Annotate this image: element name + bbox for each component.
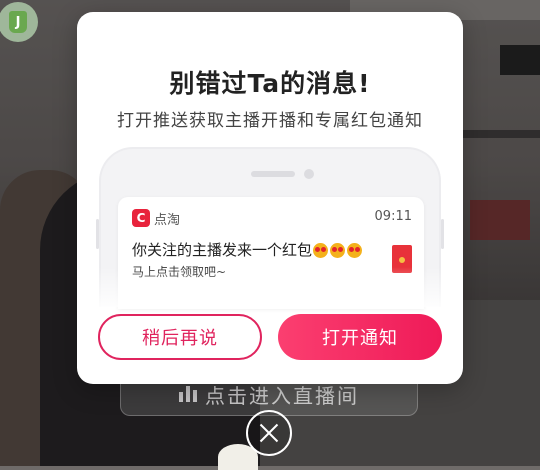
close-icon: [258, 422, 280, 444]
heart-eyes-emoji-icon: [313, 243, 329, 258]
close-button[interactable]: [246, 410, 292, 456]
heart-eyes-emoji-icon: [347, 243, 363, 258]
avatar-icon: J: [9, 11, 27, 33]
phone-speaker: [251, 171, 295, 177]
open-notifications-button[interactable]: 打开通知: [278, 314, 442, 360]
notification-app-name: 点淘: [154, 213, 181, 228]
phone-fade: [77, 267, 463, 307]
heart-eyes-emojis: [313, 243, 363, 258]
live-bars-icon: [179, 386, 197, 402]
notification-permission-dialog: 别错过Ta的消息! 打开推送获取主播开播和专属红包通知 C 点淘 09:11 你…: [77, 12, 463, 384]
heart-eyes-emoji-icon: [330, 243, 346, 258]
diantao-app-icon: C: [132, 209, 150, 227]
dialog-title: 别错过Ta的消息!: [169, 69, 371, 98]
dialog-subtitle: 打开推送获取主播开播和专属红包通知: [117, 111, 423, 131]
phone-side-button: [96, 219, 99, 249]
notification-message: 你关注的主播发来一个红包: [132, 241, 313, 259]
phone-camera: [304, 169, 314, 179]
later-button[interactable]: 稍后再说: [98, 314, 262, 360]
notification-message-row: 你关注的主播发来一个红包: [132, 239, 363, 260]
phone-side-button: [441, 219, 444, 249]
notification-time: 09:11: [374, 209, 412, 224]
